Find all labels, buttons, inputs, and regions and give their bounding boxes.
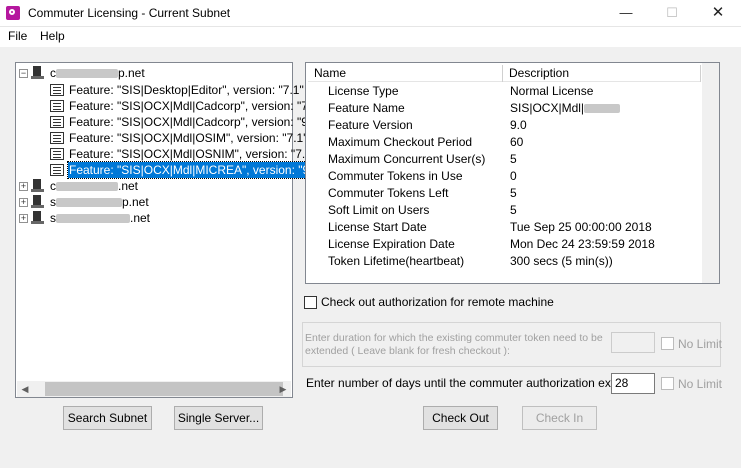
detail-name: Commuter Tokens Left [328,186,449,200]
detail-name: Soft Limit on Users [328,203,430,217]
minimize-button[interactable]: — [603,0,649,27]
list-item[interactable]: License Start Date Tue Sep 25 00:00:00 2… [306,219,706,236]
feature-label: Feature: "SIS|Desktop|Editor", version: … [69,83,304,97]
close-button[interactable]: ✕ [695,0,741,27]
detail-value: 9.0 [510,118,527,132]
server-icon [31,179,44,192]
server-name-suffix: .net [118,179,139,193]
server-icon [31,195,44,208]
list-item[interactable]: Soft Limit on Users 5 [306,202,706,219]
check-out-button[interactable]: Check Out [423,406,498,430]
feature-label: Feature: "SIS|OCX|Mdl|Cadcorp", version:… [69,99,318,113]
menu-file[interactable]: File [8,29,27,43]
extend-duration-label: Enter duration for which the existing co… [305,332,603,357]
detail-value: 300 secs (5 min(s)) [510,254,613,268]
collapse-icon[interactable]: − [19,69,28,78]
feature-icon [50,164,64,176]
feature-icon [50,148,64,160]
menu-help[interactable]: Help [40,29,65,43]
extend-no-limit-checkbox[interactable] [661,337,674,350]
server-name-suffix: p.net [122,195,149,209]
list-item[interactable]: Maximum Concurrent User(s) 5 [306,151,706,168]
detail-value: Mon Dec 24 23:59:59 2018 [510,237,655,251]
server-icon [31,211,44,224]
expand-icon[interactable]: + [19,182,28,191]
detail-value: Tue Sep 25 00:00:00 2018 [510,220,652,234]
detail-name: Feature Name [328,101,405,115]
feature-icon [50,100,64,112]
list-item[interactable]: Commuter Tokens Left 5 [306,185,706,202]
detail-name: Maximum Checkout Period [328,135,473,149]
column-header-description[interactable]: Description [503,65,701,82]
list-item[interactable]: License Expiration Date Mon Dec 24 23:59… [306,236,706,253]
detail-value: 5 [510,152,517,166]
days-no-limit-checkbox[interactable] [661,377,674,390]
list-item[interactable]: License Type Normal License [306,83,706,100]
server-name-suffix: .net [130,211,151,225]
server-icon [31,66,44,79]
tree-server-1[interactable]: − c p.net [16,65,286,81]
detail-name: Maximum Concurrent User(s) [328,152,486,166]
detail-value: 0 [510,169,517,183]
detail-name: Token Lifetime(heartbeat) [328,254,465,268]
redacted-text [56,198,122,208]
list-item[interactable]: Commuter Tokens in Use 0 [306,168,706,185]
list-item[interactable]: Feature Name SIS|OCX|Mdl| [306,100,706,117]
list-header: Name Description [308,65,701,82]
remote-machine-checkbox[interactable] [304,296,317,309]
detail-name: Feature Version [328,118,413,132]
detail-value: 60 [510,135,524,149]
detail-name: Commuter Tokens in Use [328,169,463,183]
list-item[interactable]: Token Lifetime(heartbeat) 300 secs (5 mi… [306,253,706,270]
detail-name: License Expiration Date [328,237,455,251]
list-item[interactable]: Feature Version 9.0 [306,117,706,134]
expand-icon[interactable]: + [19,198,28,207]
feature-icon [50,132,64,144]
list-item[interactable]: Maximum Checkout Period 60 [306,134,706,151]
feature-label: Feature: "SIS|OCX|Mdl|Cadcorp", version:… [69,115,318,129]
feature-label: Feature: "SIS|OCX|Mdl|MICREA", version: … [66,161,326,179]
window-title: Commuter Licensing - Current Subnet [28,6,231,20]
extend-duration-group: Enter duration for which the existing co… [302,322,721,367]
server-tree[interactable]: − c p.net Feature: "SIS|Desktop|Editor", … [15,62,326,398]
detail-value: 5 [510,186,517,200]
scroll-right-icon[interactable]: ▶ [275,381,291,397]
days-label: Enter number of days until the commuter … [306,376,644,390]
feature-icon [50,84,64,96]
check-in-button[interactable]: Check In [522,406,597,430]
scroll-thumb[interactable] [45,382,283,396]
search-subnet-button[interactable]: Search Subnet [63,406,152,430]
feature-label: Feature: "SIS|OCX|Mdl|OSNIM", version: "… [69,147,317,161]
app-icon [6,6,20,20]
scroll-left-icon[interactable]: ◀ [17,381,33,397]
extend-no-limit-label: No Limit [678,337,723,351]
redacted-text [584,104,621,114]
detail-value: SIS|OCX|Mdl| [510,101,585,115]
days-no-limit-label: No Limit [678,377,723,391]
column-header-name[interactable]: Name [308,65,503,82]
detail-name: License Start Date [328,220,427,234]
detail-name: License Type [328,84,399,98]
detail-value: 5 [510,203,517,217]
redacted-text [56,214,130,224]
redacted-text [56,69,118,79]
feature-label: Feature: "SIS|OCX|Mdl|OSIM", version: "7… [69,131,308,145]
detail-value: Normal License [510,84,594,98]
single-server-button[interactable]: Single Server... [174,406,263,430]
extend-duration-input[interactable] [611,332,655,353]
feature-icon [50,116,64,128]
license-details-list[interactable]: Name Description License Type Normal Lic… [305,62,720,284]
remote-machine-label: Check out authorization for remote machi… [321,295,554,309]
expand-icon[interactable]: + [19,214,28,223]
server-name-suffix: p.net [118,66,145,80]
days-input[interactable]: 28 [611,373,655,394]
title-bar: Commuter Licensing - Current Subnet — ☐ … [0,0,741,27]
tree-horizontal-scrollbar[interactable]: ◀ ▶ [17,381,291,397]
menu-bar: File Help [0,27,741,47]
redacted-text [56,182,118,192]
maximize-button[interactable]: ☐ [649,0,695,27]
